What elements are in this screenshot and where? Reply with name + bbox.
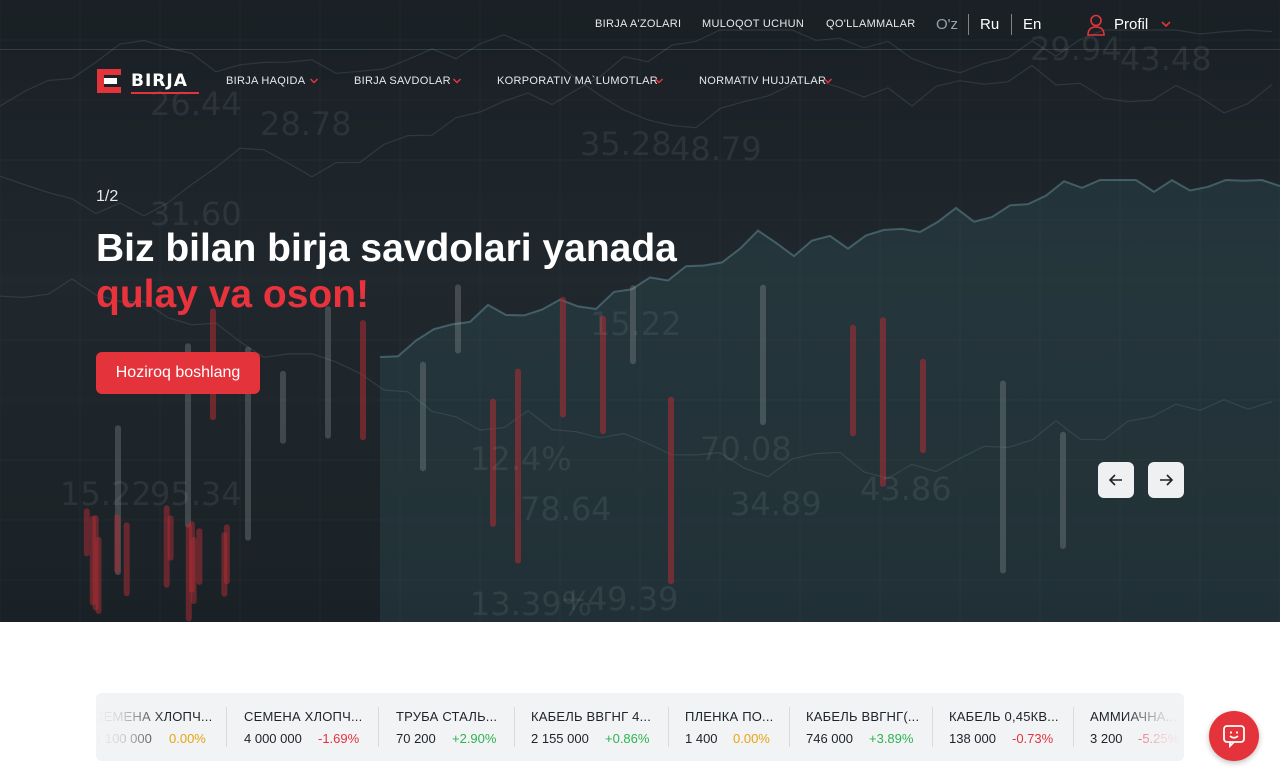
nav-item-regulatory-docs[interactable]: NORMATIV HUJJATLAR: [699, 75, 826, 87]
ticker-fade-right: [1124, 693, 1184, 761]
chevron-down-icon: [1161, 21, 1171, 28]
ticker-item-price: 746 000: [806, 731, 853, 746]
ticker-divider: [378, 707, 379, 747]
language-uz[interactable]: O'z: [936, 16, 958, 33]
chat-support-icon: [1223, 725, 1245, 748]
ticker-item-name: ТРУБА СТАЛЬ...: [396, 709, 498, 724]
arrow-right-icon: [1160, 474, 1174, 486]
ticker-divider: [668, 707, 669, 747]
logo-underline: [131, 92, 199, 94]
language-en[interactable]: En: [1023, 16, 1041, 33]
chevron-down-icon: [654, 78, 664, 84]
ticker-item-name: ПЛЕНКА ПО...: [685, 709, 774, 724]
topbar-link-manuals[interactable]: QO'LLAMMALAR: [826, 18, 915, 30]
ticker-divider: [789, 707, 790, 747]
birja-logo-mark: [97, 69, 121, 93]
ticker-item-price: 1 400: [685, 731, 718, 746]
ticker-item-price: 70 200: [396, 731, 436, 746]
profile-label: Profil: [1114, 16, 1149, 33]
ticker-item-name: СЕМЕНА ХЛОПЧ...: [244, 709, 363, 724]
chat-support-button[interactable]: [1209, 711, 1259, 761]
language-divider: [1011, 14, 1012, 35]
price-ticker: СЕМЕНА ХЛОПЧ...4 100 0000.00%СЕМЕНА ХЛОП…: [96, 693, 1184, 761]
hero-title: Biz bilan birja savdolari yanada qulay v…: [96, 226, 677, 318]
nav-item-trading[interactable]: BIRJA SAVDOLAR: [354, 75, 451, 87]
ticker-item-price: 138 000: [949, 731, 996, 746]
ticker-item-change: 0.00%: [733, 731, 770, 746]
ticker-divider: [932, 707, 933, 747]
ticker-item-price: 3 200: [1090, 731, 1123, 746]
chevron-down-icon: [452, 78, 462, 84]
ticker-item-change: +3.89%: [869, 731, 914, 746]
ticker-divider: [1073, 707, 1074, 747]
birja-logo[interactable]: BIRJA: [95, 67, 205, 99]
chevron-down-icon: [823, 78, 833, 84]
logo-wordmark: BIRJA: [131, 71, 188, 91]
hero-title-accent: qulay va oson!: [96, 273, 370, 316]
ticker-item-name: КАБЕЛЬ 0,45КВ...: [949, 709, 1059, 724]
ticker-divider: [226, 707, 227, 747]
ticker-item-price: 2 155 000: [531, 731, 589, 746]
ticker-item-change: -0.73%: [1012, 731, 1054, 746]
nav-item-about[interactable]: BIRJA HAQIDA: [226, 75, 305, 87]
ticker-fade-left: [96, 693, 166, 761]
topbar-link-members[interactable]: BIRJA A'ZOLARI: [595, 18, 681, 30]
ticker-item-change: +0.86%: [605, 731, 650, 746]
ticker-item-change: +2.90%: [452, 731, 497, 746]
ticker-item-name: КАБЕЛЬ ВВГНГ(...: [806, 709, 920, 724]
topbar-link-contacts[interactable]: MULOQOT UCHUN: [702, 18, 804, 30]
slider-prev-button[interactable]: [1098, 462, 1134, 498]
ticker-item-name: КАБЕЛЬ ВВГНГ 4...: [531, 709, 652, 724]
nav-item-corporate-info[interactable]: KORPORATIV MA`LUMOTLAR: [497, 75, 658, 87]
hero-banner: 26.4428.7831.6095.3478.6434.8943.8635.28…: [0, 0, 1280, 622]
top-bar: BIRJA A'ZOLARI MULOQOT UCHUN QO'LLAMMALA…: [0, 0, 1280, 50]
slider-next-button[interactable]: [1148, 462, 1184, 498]
chevron-down-icon: [309, 78, 319, 84]
arrow-left-icon: [1108, 474, 1122, 486]
ticker-item-price: 4 000 000: [244, 731, 302, 746]
language-divider: [968, 14, 969, 35]
ticker-divider: [514, 707, 515, 747]
slide-counter: 1/2: [96, 188, 119, 205]
ticker-item-change: 0.00%: [169, 731, 206, 746]
user-icon: [1087, 14, 1105, 36]
start-now-button[interactable]: Hoziroq boshlang: [96, 352, 260, 394]
ticker-item-change: -1.69%: [318, 731, 360, 746]
hero-title-line1: Biz bilan birja savdolari yanada: [96, 227, 677, 270]
language-ru[interactable]: Ru: [980, 16, 999, 33]
